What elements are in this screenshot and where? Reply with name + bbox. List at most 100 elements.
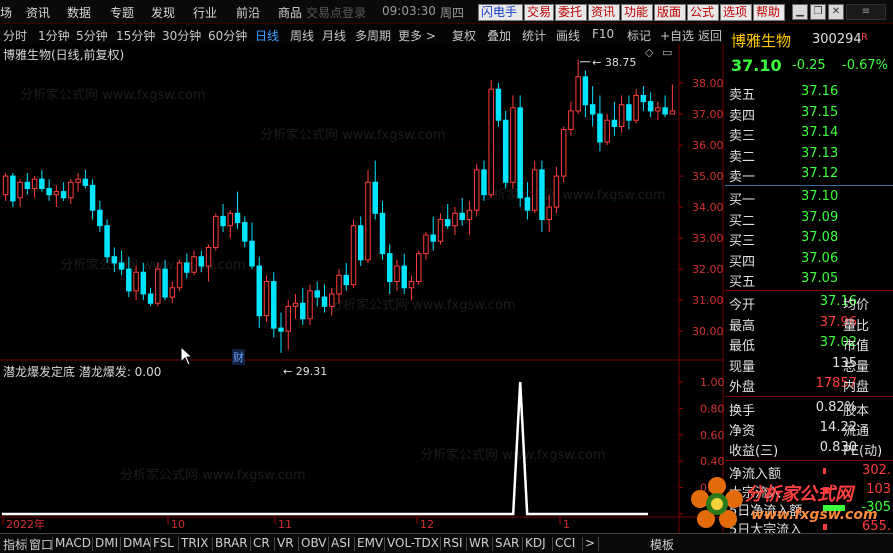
bid-row[interactable]: 买四 37.06: [725, 249, 893, 270]
candle-body: [75, 178, 81, 183]
indicator-tab[interactable]: 指标: [3, 536, 27, 553]
adjust-button[interactable]: 复权: [452, 27, 476, 44]
indicator-tab[interactable]: OBV: [301, 536, 327, 550]
minimize-icon[interactable]: ▁: [792, 4, 808, 20]
indicator-tab[interactable]: EMV: [357, 536, 383, 550]
period-more[interactable]: 更多 >: [398, 27, 436, 44]
indicator-tab[interactable]: DMA: [123, 536, 151, 550]
help-button[interactable]: 帮助: [753, 4, 785, 21]
candlestick-chart[interactable]: 38.00 37.00 36.00 35.00 34.00 33.00 32.00 31.00…: [0, 44, 724, 534]
indicator-tab[interactable]: 窗口: [29, 536, 53, 553]
period-tick[interactable]: 分时: [3, 27, 27, 44]
info-button[interactable]: 资讯: [588, 4, 620, 21]
function-button[interactable]: 功能: [621, 4, 653, 21]
indicator-tab[interactable]: >: [585, 536, 595, 550]
indicator-tab[interactable]: CCI: [555, 536, 575, 550]
tab-separator: [178, 537, 179, 551]
restore-icon[interactable]: ❐: [810, 4, 826, 20]
stats-button[interactable]: 统计: [522, 27, 546, 44]
indicator-tab[interactable]: ASI: [331, 536, 350, 550]
candle-body: [307, 290, 313, 320]
menu-item-industry[interactable]: 行业: [193, 4, 217, 21]
flash-trade-button[interactable]: 闪电手: [478, 4, 523, 21]
indicator-tab[interactable]: TRIX: [181, 536, 208, 550]
menu-item-topics[interactable]: 专题: [110, 4, 134, 21]
period-60min[interactable]: 60分钟: [208, 27, 247, 44]
indicator-tab[interactable]: FSL: [153, 536, 174, 550]
back-button[interactable]: 返回: [698, 27, 722, 44]
indicator-tab[interactable]: BRAR: [215, 536, 248, 550]
ask-row[interactable]: 卖四 37.15: [725, 103, 893, 124]
bid-row[interactable]: 买二 37.09: [725, 208, 893, 229]
menu-item-market[interactable]: 场: [0, 4, 12, 21]
formula-button[interactable]: 公式: [687, 4, 719, 21]
period-5min[interactable]: 5分钟: [76, 27, 108, 44]
mark-button[interactable]: 标记: [627, 27, 651, 44]
watermark-logo: 分析家公式网 www.fxgsw.com: [687, 474, 887, 534]
indicator-tab[interactable]: VR: [277, 536, 294, 550]
period-30min[interactable]: 30分钟: [162, 27, 201, 44]
indicator-tab[interactable]: CR: [253, 536, 270, 550]
candle-body: [647, 101, 654, 112]
period-weekly[interactable]: 周线: [290, 27, 314, 44]
layout-button[interactable]: 版面: [654, 4, 686, 21]
ask-label: 卖五: [729, 88, 756, 103]
chart-area[interactable]: 分析家公式网 www.fxgsw.com 分析家公式网 www.fxgsw.co…: [0, 44, 724, 534]
draw-line-button[interactable]: 画线: [556, 27, 580, 44]
bid-row[interactable]: 买五 37.05: [725, 269, 893, 290]
options-button[interactable]: 选项: [720, 4, 752, 21]
indicator-tab[interactable]: SAR: [495, 536, 519, 550]
candle-body: [292, 302, 299, 307]
diamond-icon[interactable]: ◇: [645, 46, 653, 59]
period-1min[interactable]: 1分钟: [38, 27, 70, 44]
period-monthly[interactable]: 月线: [322, 27, 346, 44]
candle-body: [669, 110, 676, 115]
candle-body: [531, 169, 538, 211]
candle-body: [517, 107, 523, 199]
stat-tail-label: 内盘: [843, 380, 870, 395]
add-watchlist-button[interactable]: +自选: [660, 27, 694, 44]
candle-body: [611, 119, 618, 127]
bid-row[interactable]: 买一 37.10: [725, 187, 893, 208]
candle-body: [234, 212, 241, 224]
tab-separator: [598, 537, 599, 551]
stock-header: 博雅生物 300294 R: [725, 28, 893, 52]
stock-name: 博雅生物: [731, 32, 792, 50]
candle-body: [633, 94, 639, 121]
expand-icon[interactable]: ▭: [662, 46, 672, 59]
f10-button[interactable]: F10: [592, 27, 614, 41]
period-15min[interactable]: 15分钟: [116, 27, 155, 44]
period-multi[interactable]: 多周期: [355, 27, 391, 44]
trade-button[interactable]: 交易: [524, 4, 554, 21]
menu-item-frontier[interactable]: 前沿: [236, 4, 260, 21]
menu-item-news[interactable]: 资讯: [26, 4, 50, 21]
ask-row[interactable]: 卖五 37.16: [725, 82, 893, 103]
candle-body: [31, 178, 38, 189]
period-daily[interactable]: 日线: [255, 27, 279, 44]
price-tick-label: 33.00: [692, 232, 724, 245]
indicator-tab[interactable]: MACD: [55, 536, 91, 550]
indicator-tab[interactable]: KDJ: [525, 536, 546, 550]
financial-event-marker[interactable]: 财: [232, 349, 245, 365]
candle-body: [111, 256, 118, 264]
bid-row[interactable]: 买三 37.08: [725, 228, 893, 249]
stat-tail-label: PE(动): [843, 444, 883, 459]
indicator-tab[interactable]: DMI: [95, 536, 118, 550]
ask-row[interactable]: 卖二 37.13: [725, 144, 893, 165]
indicator-tab[interactable]: WR: [469, 536, 489, 550]
menu-item-commodity[interactable]: 商品: [278, 4, 302, 21]
candle-body: [162, 268, 168, 298]
entrust-button[interactable]: 委托: [555, 4, 587, 21]
menu-item-data[interactable]: 数据: [67, 4, 91, 21]
overlay-button[interactable]: 叠加: [487, 27, 511, 44]
indicator-tab[interactable]: VOL-TDX: [387, 536, 439, 550]
indicator-tab[interactable]: RSI: [443, 536, 463, 550]
menu-item-discover[interactable]: 发现: [151, 4, 175, 21]
close-icon[interactable]: ✕: [828, 4, 844, 20]
price-row: 37.10 -0.25 -0.67%: [725, 56, 893, 78]
template-button[interactable]: 模板: [650, 536, 674, 553]
tab-separator: [492, 537, 493, 551]
ask-row[interactable]: 卖三 37.14: [725, 123, 893, 144]
candle-body: [444, 219, 451, 227]
ask-row[interactable]: 卖一 37.12: [725, 164, 893, 185]
